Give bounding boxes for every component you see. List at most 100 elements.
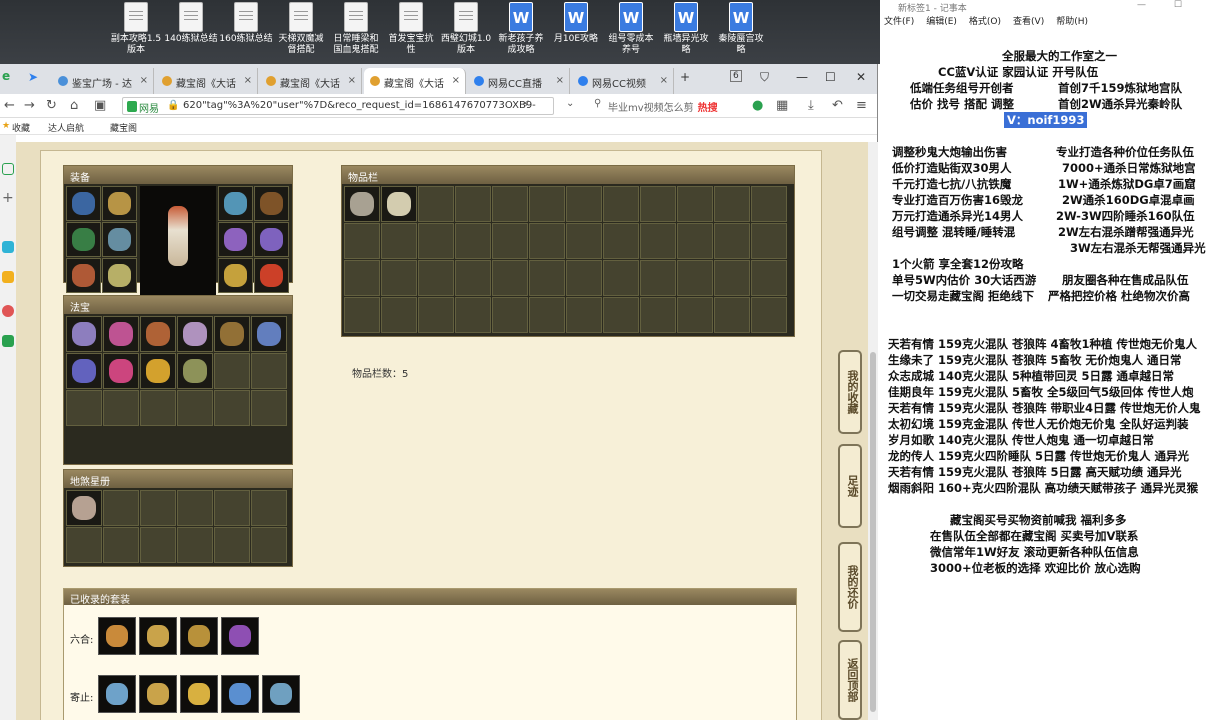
notepad-menu-item[interactable]: 帮助(H) xyxy=(1056,17,1088,27)
inventory-slot[interactable] xyxy=(751,186,787,222)
character-portrait[interactable] xyxy=(140,186,216,296)
equip-item[interactable] xyxy=(102,258,137,293)
desktop-icon[interactable]: 140练狱总结 xyxy=(163,2,219,45)
browser-tab[interactable]: 藏宝阁《大话 × xyxy=(156,68,258,94)
inventory-slot[interactable] xyxy=(418,260,454,296)
lingshou-slot[interactable] xyxy=(214,527,250,563)
shirt-icon[interactable]: ⛉ xyxy=(760,70,769,85)
inventory-slot[interactable] xyxy=(714,260,750,296)
equip-item[interactable] xyxy=(102,222,137,257)
equip-item[interactable] xyxy=(254,186,289,221)
side-tab[interactable]: 返回顶部 xyxy=(838,640,862,720)
equip-item[interactable] xyxy=(218,258,253,293)
minimize-icon[interactable]: — xyxy=(796,70,808,84)
tab-close-icon[interactable]: × xyxy=(556,75,564,86)
undo-icon[interactable]: ↶ xyxy=(832,98,843,113)
equip-item[interactable] xyxy=(66,258,101,293)
equip-item[interactable] xyxy=(102,186,137,221)
lingshou-slot[interactable] xyxy=(103,527,139,563)
extension-icon[interactable]: ● xyxy=(752,98,763,113)
tab-close-icon[interactable]: × xyxy=(140,75,148,86)
lingshou-slot[interactable] xyxy=(251,527,287,563)
fabao-slot[interactable] xyxy=(214,390,250,426)
inventory-slot[interactable] xyxy=(566,260,602,296)
menu-icon[interactable]: ≡ xyxy=(856,98,867,113)
browser-tab[interactable]: 鉴宝广场 - 达 × xyxy=(52,68,154,94)
browser-tab[interactable]: 藏宝阁《大话 × xyxy=(260,68,362,94)
desktop-icon[interactable]: 天梯双魔减 督搭配 xyxy=(273,2,329,56)
send-icon[interactable]: ➤ xyxy=(28,70,38,84)
home-sidebar-icon[interactable] xyxy=(2,163,14,175)
close-icon[interactable]: ✕ xyxy=(856,70,866,84)
inventory-slot[interactable] xyxy=(603,260,639,296)
inventory-slot[interactable] xyxy=(751,223,787,259)
mail-icon[interactable] xyxy=(2,335,14,347)
fabao-item[interactable] xyxy=(177,316,213,352)
tab-close-icon[interactable]: × xyxy=(660,75,668,86)
forward-icon[interactable]: → xyxy=(24,98,35,113)
equip-item[interactable] xyxy=(218,222,253,257)
equip-item[interactable] xyxy=(254,222,289,257)
inventory-slot[interactable] xyxy=(566,223,602,259)
weibo-icon[interactable] xyxy=(2,305,14,317)
fabao-slot[interactable] xyxy=(103,390,139,426)
equip-item[interactable] xyxy=(66,186,101,221)
fabao-slot[interactable] xyxy=(177,390,213,426)
notepad-menu-item[interactable]: 文件(F) xyxy=(884,17,914,27)
chevron-down-icon[interactable]: ⌄ xyxy=(566,98,574,109)
fabao-item[interactable] xyxy=(66,316,102,352)
lightning-icon[interactable]: ⚡ xyxy=(522,98,530,111)
inventory-slot[interactable] xyxy=(455,260,491,296)
lingshou-slot[interactable] xyxy=(140,490,176,526)
back-icon[interactable]: ← xyxy=(4,98,15,113)
suit-item[interactable] xyxy=(139,675,177,713)
tab-close-icon[interactable]: × xyxy=(244,75,252,86)
inventory-slot[interactable] xyxy=(529,223,565,259)
lingshou-slot[interactable] xyxy=(177,490,213,526)
lingshou-slot[interactable] xyxy=(66,527,102,563)
suit-item[interactable] xyxy=(221,675,259,713)
suit-item[interactable] xyxy=(221,617,259,655)
suit-item[interactable] xyxy=(180,675,218,713)
fabao-slot[interactable] xyxy=(251,353,287,389)
new-tab-button[interactable]: + xyxy=(680,70,690,84)
inventory-slot[interactable] xyxy=(492,297,528,333)
fabao-item[interactable] xyxy=(251,316,287,352)
inventory-slot[interactable] xyxy=(566,297,602,333)
tab-count-badge[interactable]: 6 xyxy=(730,70,742,82)
inventory-slot[interactable] xyxy=(492,186,528,222)
inventory-slot[interactable] xyxy=(344,223,380,259)
lingshou-slot[interactable] xyxy=(214,490,250,526)
fabao-item[interactable] xyxy=(103,353,139,389)
fabao-item[interactable] xyxy=(103,316,139,352)
inventory-slot[interactable] xyxy=(381,223,417,259)
inventory-slot[interactable] xyxy=(344,297,380,333)
wallet-icon[interactable]: ▣ xyxy=(94,98,106,113)
inventory-slot[interactable] xyxy=(455,223,491,259)
inventory-slot[interactable] xyxy=(677,223,713,259)
download-icon[interactable]: ⤓ xyxy=(808,98,814,113)
suit-item[interactable] xyxy=(180,617,218,655)
lingshou-slot[interactable] xyxy=(103,490,139,526)
desktop-icon[interactable]: W 组号零成本 养号 xyxy=(603,2,659,56)
inventory-item[interactable] xyxy=(381,186,417,222)
inventory-slot[interactable] xyxy=(640,260,676,296)
desktop-icon[interactable]: 副本攻略1.5 版本 xyxy=(108,2,164,56)
desktop-icon[interactable]: 首发宝宝抗性 xyxy=(383,2,439,56)
browser-tab[interactable]: 网易CC直播 × xyxy=(468,68,570,94)
bookmark-cangbaoge[interactable]: 藏宝阁 xyxy=(110,121,137,134)
inventory-slot[interactable] xyxy=(640,186,676,222)
scroll-thumb[interactable] xyxy=(870,352,876,712)
desktop-icon[interactable]: W 月10E攻略 xyxy=(548,2,604,45)
desktop-icon[interactable]: 160练狱总结 xyxy=(218,2,274,45)
apps-icon[interactable]: ▦ xyxy=(776,98,788,113)
inventory-slot[interactable] xyxy=(529,186,565,222)
inventory-slot[interactable] xyxy=(640,223,676,259)
fabao-slot[interactable] xyxy=(214,353,250,389)
suit-item[interactable] xyxy=(98,617,136,655)
suit-item[interactable] xyxy=(98,675,136,713)
fabao-item[interactable] xyxy=(177,353,213,389)
inventory-slot[interactable] xyxy=(418,223,454,259)
fabao-slot[interactable] xyxy=(251,390,287,426)
bookmark-daren[interactable]: 达人启航 xyxy=(48,121,84,134)
